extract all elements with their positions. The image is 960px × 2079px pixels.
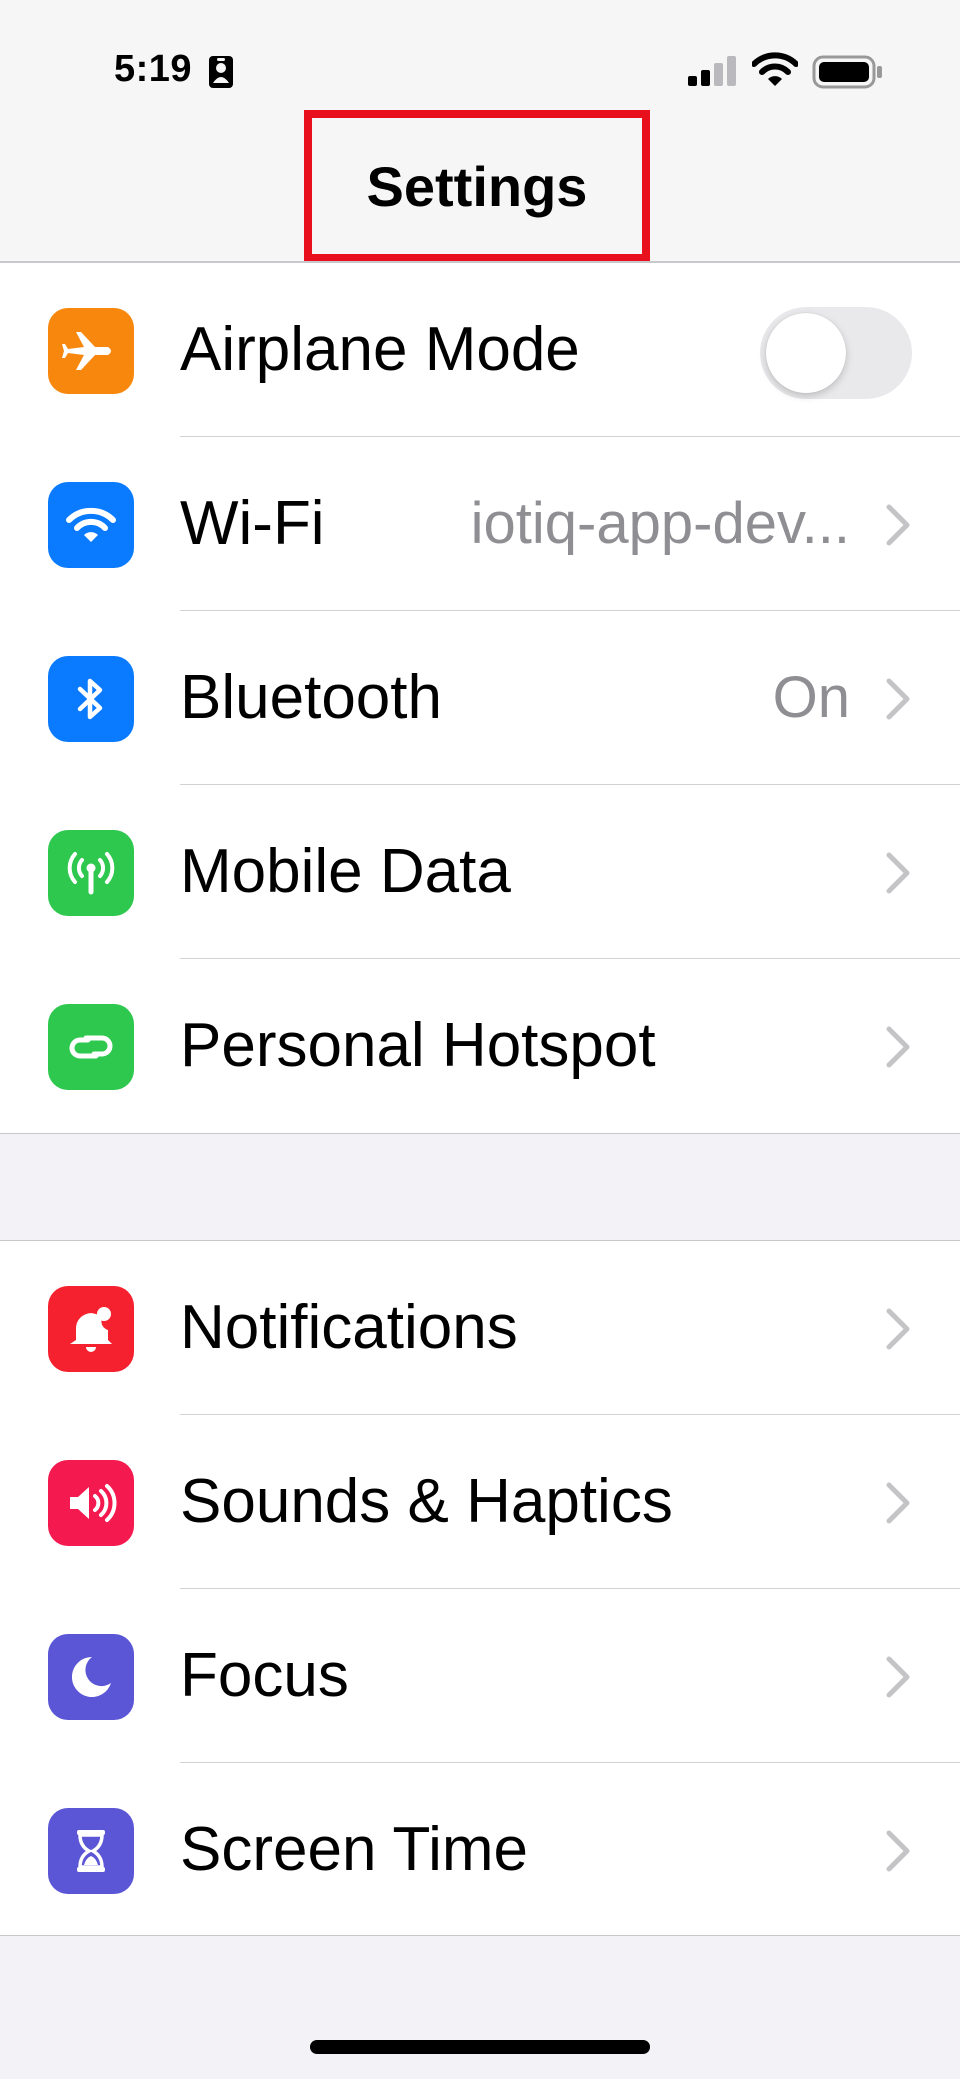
row-label: Focus bbox=[180, 1641, 349, 1710]
row-sounds-haptics[interactable]: Sounds & Haptics bbox=[0, 1415, 960, 1589]
row-bluetooth[interactable]: Bluetooth On bbox=[0, 611, 960, 785]
row-focus[interactable]: Focus bbox=[0, 1589, 960, 1763]
settings-group-connectivity: Airplane Mode Wi-Fi iotiq-app-dev... Blu… bbox=[0, 262, 960, 1134]
row-label: Screen Time bbox=[180, 1815, 529, 1884]
bluetooth-icon bbox=[48, 656, 134, 742]
row-notifications[interactable]: Notifications bbox=[0, 1241, 960, 1415]
settings-group-notifications: Notifications Sounds & Haptics Focus Scr… bbox=[0, 1240, 960, 1936]
row-screen-time[interactable]: Screen Time bbox=[0, 1763, 960, 1937]
row-wifi[interactable]: Wi-Fi iotiq-app-dev... bbox=[0, 437, 960, 611]
antenna-icon bbox=[48, 830, 134, 916]
chevron-right-icon bbox=[886, 1656, 910, 1698]
row-label: Sounds & Haptics bbox=[180, 1467, 673, 1536]
battery-icon bbox=[812, 55, 882, 89]
chevron-right-icon bbox=[886, 1308, 910, 1350]
status-time: 5:19 bbox=[114, 48, 193, 90]
speaker-icon bbox=[48, 1460, 134, 1546]
navigation-bar: Settings bbox=[0, 110, 960, 262]
toggle-knob bbox=[766, 313, 846, 393]
wifi-network-name: iotiq-app-dev... bbox=[470, 491, 850, 556]
airplane-mode-toggle[interactable] bbox=[760, 307, 912, 399]
wifi-icon bbox=[752, 52, 798, 86]
bell-icon bbox=[48, 1286, 134, 1372]
row-label: Bluetooth bbox=[180, 663, 442, 732]
chevron-right-icon bbox=[886, 504, 910, 546]
chevron-right-icon bbox=[886, 852, 910, 894]
row-personal-hotspot[interactable]: Personal Hotspot bbox=[0, 959, 960, 1133]
hotspot-link-icon bbox=[48, 1004, 134, 1090]
airplane-icon bbox=[48, 308, 134, 394]
chevron-right-icon bbox=[886, 1026, 910, 1068]
row-mobile-data[interactable]: Mobile Data bbox=[0, 785, 960, 959]
chevron-right-icon bbox=[886, 678, 910, 720]
row-airplane-mode[interactable]: Airplane Mode bbox=[0, 263, 960, 437]
wifi-icon bbox=[48, 482, 134, 568]
bluetooth-status: On bbox=[772, 665, 850, 730]
row-label: Airplane Mode bbox=[180, 315, 580, 384]
chevron-right-icon bbox=[886, 1482, 910, 1524]
moon-icon bbox=[48, 1634, 134, 1720]
row-label: Notifications bbox=[180, 1293, 518, 1362]
title-highlight-box: Settings bbox=[304, 110, 650, 262]
cellular-signal-icon bbox=[688, 56, 736, 86]
row-label: Wi-Fi bbox=[180, 489, 325, 558]
chevron-right-icon bbox=[886, 1830, 910, 1872]
hourglass-icon bbox=[48, 1808, 134, 1894]
status-bar: 5:19 bbox=[0, 0, 960, 110]
page-title: Settings bbox=[366, 154, 588, 218]
row-label: Mobile Data bbox=[180, 837, 511, 906]
contact-card-icon bbox=[209, 56, 233, 88]
row-label: Personal Hotspot bbox=[180, 1011, 656, 1080]
home-indicator[interactable] bbox=[310, 2040, 650, 2054]
